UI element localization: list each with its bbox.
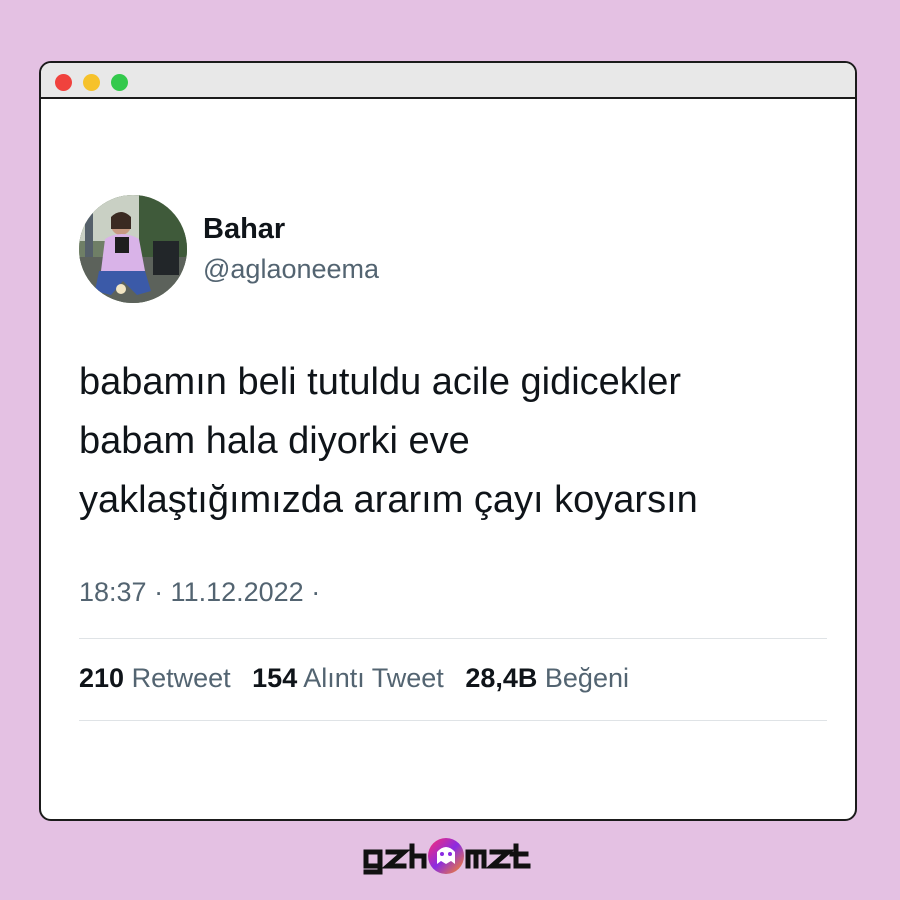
quote-tweet-count: 154 xyxy=(252,663,298,693)
retweet-count: 210 xyxy=(79,663,125,693)
tweet-stats: 210 Retweet 154 Alıntı Tweet 28,4B Beğen… xyxy=(79,663,643,694)
gzhmzt-logo-icon xyxy=(363,838,531,875)
avatar[interactable] xyxy=(79,195,187,303)
display-name[interactable]: Bahar xyxy=(203,213,285,246)
tweet-text-line: yaklaştığımızda ararım çayı koyarsın xyxy=(79,479,698,521)
tweet-text-line: babamın beli tutuldu acile gidicekler xyxy=(79,361,682,403)
browser-window: Bahar @aglaoneema babamın beli tutuldu a… xyxy=(39,61,857,821)
tweet-timestamp[interactable]: 18:37 · 11.12.2022 · xyxy=(79,577,320,608)
close-window-button[interactable] xyxy=(55,74,72,91)
quote-tweet-label: Alıntı Tweet xyxy=(303,663,444,693)
like-label: Beğeni xyxy=(544,663,629,693)
maximize-window-button[interactable] xyxy=(111,74,128,91)
tweet-text: babamın beli tutuldu acile gidicekler ba… xyxy=(79,353,819,530)
minimize-window-button[interactable] xyxy=(83,74,100,91)
profile-photo-icon xyxy=(79,195,187,303)
brand-logo xyxy=(0,834,900,884)
window-titlebar xyxy=(41,63,855,99)
retweet-label: Retweet xyxy=(131,663,231,693)
user-handle[interactable]: @aglaoneema xyxy=(203,254,379,285)
like-count: 28,4B xyxy=(465,663,538,693)
retweet-stat[interactable]: 210 Retweet xyxy=(79,663,238,693)
divider xyxy=(79,638,827,639)
tweet-text-line: babam hala diyorki eve xyxy=(79,420,470,462)
divider xyxy=(79,720,827,721)
quote-tweet-stat[interactable]: 154 Alıntı Tweet xyxy=(252,663,451,693)
like-stat[interactable]: 28,4B Beğeni xyxy=(465,663,629,693)
